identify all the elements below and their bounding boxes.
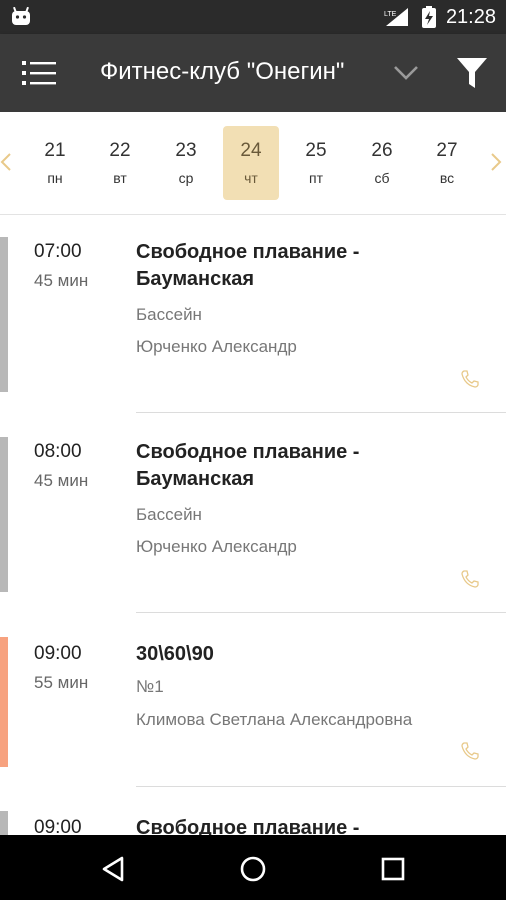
chevron-right-icon[interactable] xyxy=(490,152,502,172)
session-name: Свободное плавание - xyxy=(136,817,360,835)
session-name: 30\60\90 xyxy=(136,643,214,665)
row-divider xyxy=(136,412,506,413)
signal-lte-icon: LTE xyxy=(384,8,408,26)
date-weekday: чт xyxy=(244,170,258,186)
row-divider xyxy=(136,786,506,787)
session-name: Свободное плавание - Бауманская xyxy=(136,241,360,290)
club-title[interactable]: Фитнес-клуб "Онегин" xyxy=(100,58,370,86)
android-icon xyxy=(12,7,30,25)
recents-icon[interactable] xyxy=(377,853,409,885)
date-selector: 21 пн 22 вт 23 ср 24 чт 25 пт 26 сб 27 в… xyxy=(0,112,506,215)
schedule-list[interactable]: 07:00 45 мин Свободное плавание - Бауман… xyxy=(0,215,506,835)
session-place: Бассейн xyxy=(136,505,202,524)
session-time: 09:00 xyxy=(34,643,82,664)
session-time: 09:00 xyxy=(34,817,82,835)
date-item[interactable]: 27 вс xyxy=(419,126,475,200)
date-weekday: пт xyxy=(309,170,323,186)
app-bar: Фитнес-клуб "Онегин" xyxy=(0,34,506,112)
session-duration: 45 мин xyxy=(34,471,89,490)
date-number: 22 xyxy=(109,140,131,161)
date-item[interactable]: 23 ср xyxy=(158,126,214,200)
filter-funnel-icon[interactable] xyxy=(456,56,488,90)
svg-text:LTE: LTE xyxy=(384,11,397,18)
category-color-bar xyxy=(0,237,8,392)
date-number: 24 xyxy=(240,140,262,161)
phone-icon[interactable] xyxy=(460,741,480,761)
date-number: 27 xyxy=(436,140,458,161)
session-name: Свободное плавание - Бауманская xyxy=(136,441,360,490)
date-number: 25 xyxy=(305,140,327,161)
chevron-left-icon[interactable] xyxy=(0,152,12,172)
date-number: 23 xyxy=(175,140,197,161)
date-item-selected[interactable]: 24 чт xyxy=(223,126,279,200)
session-time: 08:00 xyxy=(34,441,82,462)
session-place: Бассейн xyxy=(136,305,202,324)
phone-icon[interactable] xyxy=(460,369,480,389)
session-duration: 55 мин xyxy=(34,673,89,692)
phone-icon[interactable] xyxy=(460,569,480,589)
schedule-item[interactable]: 08:00 45 мин Свободное плавание - Бауман… xyxy=(0,437,506,617)
date-item[interactable]: 25 пт xyxy=(288,126,344,200)
category-color-bar xyxy=(0,811,8,835)
session-place: №1 xyxy=(136,677,164,696)
category-color-bar xyxy=(0,637,8,767)
status-time: 21:28 xyxy=(445,5,496,28)
session-coach: Юрченко Александр xyxy=(136,337,297,356)
home-icon[interactable] xyxy=(237,853,269,885)
date-item[interactable]: 26 сб xyxy=(354,126,410,200)
navigation-bar xyxy=(0,835,506,900)
date-weekday: пн xyxy=(47,170,63,186)
schedule-item[interactable]: 09:00 Свободное плавание - xyxy=(0,811,506,835)
date-weekday: вт xyxy=(113,170,127,186)
date-weekday: ср xyxy=(178,170,194,186)
date-number: 26 xyxy=(371,140,393,161)
session-coach: Юрченко Александр xyxy=(136,537,297,556)
session-time: 07:00 xyxy=(34,241,82,262)
status-bar: LTE 21:28 xyxy=(0,0,506,34)
row-divider xyxy=(136,612,506,613)
back-icon[interactable] xyxy=(98,853,130,885)
date-number: 21 xyxy=(44,140,66,161)
chevron-down-icon[interactable] xyxy=(393,64,419,82)
list-menu-icon[interactable] xyxy=(22,58,58,88)
date-item[interactable]: 22 вт xyxy=(92,126,148,200)
schedule-item[interactable]: 09:00 55 мин 30\60\90 №1 Климова Светлан… xyxy=(0,637,506,792)
battery-charging-icon xyxy=(421,6,436,28)
date-weekday: вс xyxy=(439,170,455,186)
schedule-item[interactable]: 07:00 45 мин Свободное плавание - Бауман… xyxy=(0,237,506,417)
session-duration: 45 мин xyxy=(34,271,89,290)
date-weekday: сб xyxy=(374,170,390,186)
session-coach: Климова Светлана Александровна xyxy=(136,710,413,729)
category-color-bar xyxy=(0,437,8,592)
date-item[interactable]: 21 пн xyxy=(27,126,83,200)
